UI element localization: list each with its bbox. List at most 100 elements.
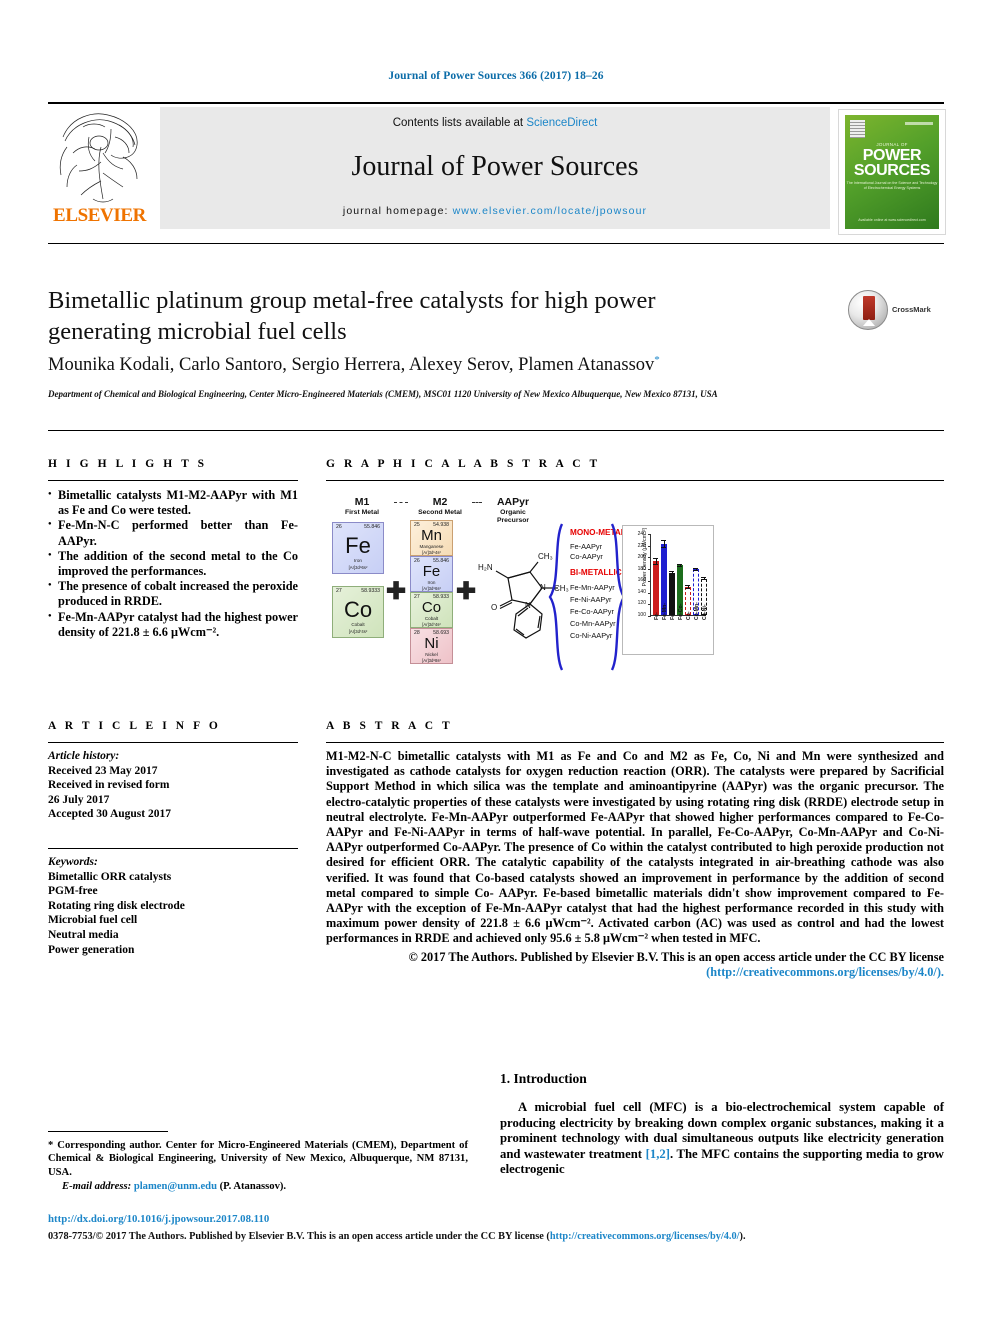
keyword-item: Bimetallic ORR catalysts (48, 870, 172, 883)
cover-footer: Available online at www.sciencedirect.co… (858, 218, 926, 222)
homepage-prefix: journal homepage: (342, 205, 453, 217)
ga-col-sub-aapyr: Organic Precursor (496, 509, 530, 524)
list-item: Bimetallic catalysts M1-M2-AAPyr with M1… (48, 487, 298, 518)
svg-text:O: O (491, 603, 497, 612)
element-config: [Ar]3d⁷4s² (422, 622, 441, 627)
bi-metallic-item-1: Fe-Ni-AAPyr (570, 595, 612, 604)
abstract-copyright-text: © 2017 The Authors. Published by Elsevie… (408, 949, 944, 964)
crossmark-logo: CrossMark (848, 290, 934, 330)
sciencedirect-link[interactable]: ScienceDirect (526, 117, 597, 129)
issn-text: © 2017 The Authors. Published by Elsevie… (95, 1231, 550, 1242)
element-symbol: Fe (345, 533, 371, 558)
power-density-chart: Power Density (μWcm⁻²) 240 220 200 180 1… (622, 525, 714, 655)
bar-error-stem (703, 576, 705, 581)
author-list: Mounika Kodali, Carlo Santoro, Sergio He… (48, 354, 808, 376)
element-tile-co-m2: 27 58.933 Co Cobalt [Ar]3d⁷4s² (410, 592, 453, 628)
highlights-rule (48, 480, 298, 481)
list-item: Fe-Mn-N-C performed better than Fe-AAPyr… (48, 517, 298, 548)
graphical-abstract-rule (326, 480, 944, 481)
email-link[interactable]: plamen@unm.edu (134, 1181, 217, 1192)
masthead: ELSEVIER Contents lists available at Sci… (48, 107, 946, 235)
element-symbol: Co (421, 599, 442, 616)
element-symbol: Fe (422, 563, 441, 580)
mono-metallic-item-0: Fe-AAPyr (570, 542, 603, 551)
element-name: Nickel (425, 652, 438, 657)
element-symbol: Mn (421, 527, 442, 544)
keywords-block: Keywords: Bimetallic ORR catalysts PGM-f… (48, 855, 298, 957)
contents-line: Contents lists available at ScienceDirec… (160, 117, 830, 129)
chart-y-tick-180: 180 (637, 565, 646, 572)
elsevier-tree-icon (59, 113, 138, 203)
chart-y-tick-200: 200 (637, 554, 646, 560)
masthead-bottom-rule (48, 243, 944, 244)
bar-error-stem (663, 539, 665, 548)
element-config: [Ar]3d⁷4s² (348, 629, 368, 634)
page-title: Bimetallic platinum group metal-free cat… (48, 287, 656, 345)
abstract-license-link[interactable]: (http://creativecommons.org/licenses/by/… (706, 965, 944, 979)
issn-copyright-line: 0378-7753/© 2017 The Authors. Published … (48, 1231, 944, 1242)
ga-col-head-aapyr: AAPyr (496, 496, 530, 508)
chart-x-label-5: Co-Mn- (694, 602, 700, 620)
article-info-column: A R T I C L E I N F O Article history: R… (48, 720, 298, 957)
mono-metallic-item-1: Co-AAPyr (570, 552, 603, 561)
email-label: E-mail address: (62, 1181, 132, 1193)
keyword-item: Neutral media (48, 928, 119, 941)
article-history-item: Received 23 May 2017 (48, 764, 158, 777)
crossmark-label: CrossMark (892, 305, 931, 314)
bar-error-stem (655, 557, 657, 565)
cover-barcode-icon (850, 120, 865, 138)
bar-error-stem (679, 563, 681, 567)
title-bottom-rule (48, 430, 944, 431)
cover-topline (905, 122, 933, 125)
article-history-item: Received in revised form (48, 779, 170, 792)
article-info-heading: A R T I C L E I N F O (48, 720, 221, 732)
list-item: Fe-Mn-AAPyr catalyst had the highest pow… (48, 609, 298, 640)
chart-x-label-1: Fe-Mn- (662, 603, 668, 620)
elsevier-logo: ELSEVIER (48, 107, 151, 234)
element-name: Cobalt (424, 616, 439, 621)
element-config: [Ar]3d⁶6s² (422, 586, 441, 591)
crossmark-triangle-icon (863, 319, 875, 326)
abstract-copyright: © 2017 The Authors. Published by Elsevie… (326, 950, 944, 980)
chart-x-label-3: Fe-Co- (678, 603, 684, 620)
article-history: Article history: Received 23 May 2017 Re… (48, 749, 298, 822)
doi-link[interactable]: http://dx.doi.org/10.1016/j.jpowsour.201… (48, 1213, 269, 1225)
article-history-label: Article history: (48, 750, 120, 762)
element-name: Manganese (419, 544, 444, 549)
highlights-heading: H I G H L I G H T S (48, 458, 208, 470)
element-name: Cobalt (351, 622, 365, 627)
ga-col-sub-m1: First Metal (345, 509, 379, 516)
introduction-heading: 1. Introduction (500, 1071, 587, 1086)
keyword-item: Microbial fuel cell (48, 914, 138, 927)
highlights-column: H I G H L I G H T S Bimetallic catalysts… (48, 458, 298, 640)
homepage-url-link[interactable]: www.elsevier.com/locate/jpowsour (453, 205, 648, 217)
bar-error-stem (687, 585, 689, 589)
masthead-top-rule (48, 102, 944, 104)
keywords-rule (48, 847, 298, 849)
keyword-item: PGM-free (48, 885, 98, 898)
journal-name: Journal of Power Sources (351, 151, 639, 182)
chart-y-tickmark (648, 545, 651, 547)
abstract-heading: A B S T R A C T (326, 720, 453, 732)
bar-error-stem (671, 571, 673, 575)
element-tile-fe-m2: 26 55.846 Fe Iron [Ar]3d⁶6s² (410, 556, 453, 592)
chart-y-tick-140: 140 (637, 588, 646, 595)
introduction-paragraph: A microbial fuel cell (MFC) is a bio-ele… (500, 1100, 944, 1178)
homepage-line: journal homepage: www.elsevier.com/locat… (160, 205, 830, 217)
abstract-column: A B S T R A C T M1-M2-N-C bimetallic cat… (326, 720, 944, 980)
graphical-abstract-column: G R A P H I C A L A B S T R A C T (326, 458, 944, 481)
list-item: The presence of cobalt increased the per… (48, 578, 298, 609)
crossmark-badge[interactable] (848, 290, 888, 330)
issn-license-link[interactable]: http://creativecommons.org/licenses/by/4… (550, 1231, 740, 1242)
graphical-abstract-heading: G R A P H I C A L A B S T R A C T (326, 458, 601, 470)
citation-link[interactable]: [1,2] (646, 1147, 670, 1161)
ga-col-head-m2: M2 (432, 496, 448, 508)
contents-prefix: Contents lists available at (392, 117, 527, 129)
journal-cover-image: JOURNAL OF POWER SOURCES The Internation… (838, 109, 946, 235)
chart-y-tickmark (648, 580, 651, 582)
chart-x-label-0: Fe- (654, 612, 660, 620)
element-name: Iron (427, 580, 436, 585)
chart-y-tickmark (648, 569, 651, 571)
element-tile-ni-m2: 28 58.693 Ni Nickel [Ar]3d⁸8s² (410, 628, 453, 664)
article-page: Journal of Power Sources 366 (2017) 18–2… (0, 0, 992, 1323)
